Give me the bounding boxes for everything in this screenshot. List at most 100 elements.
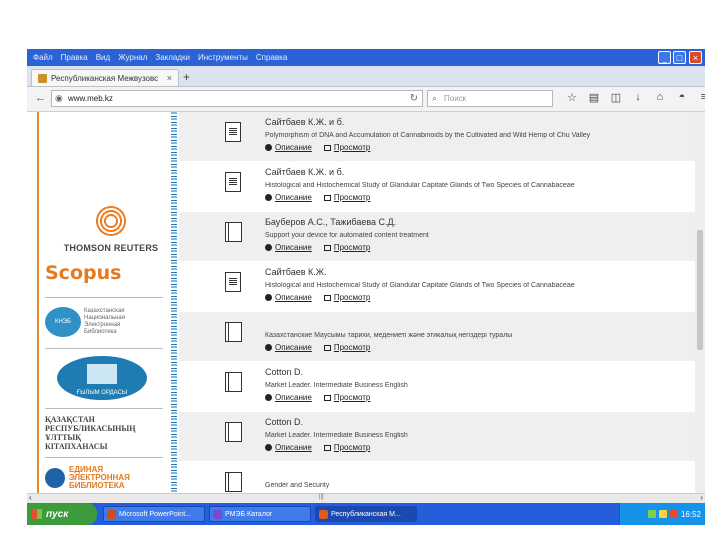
thomson-reuters-logo[interactable]: THOMSON REUTERS bbox=[61, 204, 161, 253]
view-icon bbox=[323, 444, 331, 451]
kneb-text: Казахстанская Национальная Электронная Б… bbox=[84, 308, 125, 336]
describe-link[interactable]: Описание bbox=[265, 343, 312, 352]
view-link[interactable]: Просмотр bbox=[323, 243, 371, 252]
scopus-logo[interactable]: Scopus bbox=[45, 262, 163, 284]
maximize-button[interactable]: □ bbox=[673, 51, 686, 64]
view-link[interactable]: Просмотр bbox=[323, 393, 370, 402]
vertical-scrollbar[interactable] bbox=[695, 112, 705, 493]
scroll-right-icon[interactable]: › bbox=[700, 493, 703, 502]
describe-link-label: Описание bbox=[275, 343, 312, 352]
view-icon bbox=[323, 244, 331, 251]
describe-link[interactable]: Описание bbox=[265, 293, 312, 302]
national-library-logo[interactable]: ҚАЗАҚСТАН РЕСПУБЛИКАСЫНЫҢ ҰЛТТЫҚ КІТАПХА… bbox=[45, 415, 163, 451]
describe-link-label: Описание bbox=[275, 243, 312, 252]
sidebar-divider bbox=[45, 297, 163, 298]
record-author: Сайтбаев К.Ж. и б. bbox=[265, 167, 345, 177]
volume-icon[interactable] bbox=[658, 510, 667, 518]
describe-link-label: Описание bbox=[275, 193, 312, 202]
record-title: Gender and Security bbox=[265, 482, 330, 489]
describe-link[interactable]: Описание bbox=[265, 443, 312, 452]
system-tray: 16:52 bbox=[619, 503, 705, 525]
describe-link[interactable]: Описание bbox=[265, 193, 312, 202]
network-icon[interactable] bbox=[647, 510, 656, 518]
sidebar-divider bbox=[45, 457, 163, 458]
back-button[interactable]: ← bbox=[35, 92, 46, 104]
info-icon bbox=[265, 244, 272, 251]
scroll-left-icon[interactable]: ‹ bbox=[29, 493, 32, 502]
gylym-ordasy-logo[interactable]: ҒЫЛЫМ ОРДАСЫ bbox=[45, 356, 163, 400]
bookmarks-icon[interactable]: ▤ bbox=[583, 91, 605, 104]
kneb-logo[interactable]: КНЭБ Казахстанская Национальная Электрон… bbox=[45, 307, 163, 337]
start-button[interactable]: пуск bbox=[27, 503, 97, 525]
menu-edit[interactable]: Правка bbox=[61, 53, 88, 62]
info-icon bbox=[265, 394, 272, 401]
minimize-button[interactable]: _ bbox=[658, 51, 671, 64]
view-link-label: Просмотр bbox=[333, 243, 371, 252]
view-link-label: Просмотр bbox=[333, 443, 371, 452]
view-link[interactable]: Просмотр bbox=[323, 193, 370, 202]
menu-help[interactable]: Справка bbox=[256, 53, 287, 62]
kneb-line: Электронная bbox=[84, 322, 121, 328]
view-link[interactable]: Просмотр bbox=[323, 443, 371, 452]
view-icon bbox=[323, 294, 331, 301]
kneb-line: Библиотека bbox=[84, 329, 117, 335]
menu-file[interactable]: Файл bbox=[33, 53, 53, 62]
book-icon bbox=[225, 372, 242, 392]
download-icon[interactable]: ↓ bbox=[627, 91, 649, 104]
taskbar-item-powerpoint[interactable]: Microsoft PowerPoint... bbox=[103, 506, 205, 522]
taskbar-item-label: Республиканская М... bbox=[331, 510, 401, 518]
article-icon bbox=[225, 272, 241, 292]
reload-button[interactable]: ↻ bbox=[410, 93, 418, 104]
thomson-reuters-emblem-icon bbox=[94, 204, 128, 238]
info-icon bbox=[265, 194, 272, 201]
scrollbar-thumb[interactable] bbox=[697, 230, 703, 350]
record-title: Support your device for automated conten… bbox=[265, 232, 429, 239]
new-tab-button[interactable]: + bbox=[183, 70, 190, 84]
chat-icon[interactable]: ◓ bbox=[671, 91, 693, 104]
describe-link[interactable]: Описание bbox=[265, 143, 312, 152]
navigation-bar: ← ◉ www.meb.kz ↻ ⌕ Поиск ☆ ▤ ◫ ↓ ⌂ ◓ ≡ bbox=[27, 87, 705, 112]
view-link[interactable]: Просмотр bbox=[323, 293, 370, 302]
pocket-icon[interactable]: ◫ bbox=[605, 91, 627, 104]
record-title: Market Leader. Intermediate Business Eng… bbox=[265, 382, 408, 389]
view-link[interactable]: Просмотр bbox=[323, 143, 370, 152]
book-icon bbox=[225, 422, 242, 442]
tab-close-icon[interactable]: × bbox=[167, 73, 172, 83]
gylym-text: ҒЫЛЫМ ОРДАСЫ bbox=[76, 390, 128, 396]
menu-icon[interactable]: ≡ bbox=[693, 91, 705, 104]
describe-link[interactable]: Описание bbox=[265, 393, 312, 402]
menu-view[interactable]: Вид bbox=[96, 53, 110, 62]
record-author: Cotton D. bbox=[265, 367, 304, 377]
scroll-grip-icon[interactable]: ||| bbox=[319, 494, 324, 500]
menu-tools[interactable]: Инструменты bbox=[198, 53, 248, 62]
menu-bookmarks[interactable]: Закладки bbox=[155, 53, 190, 62]
record-links: Описание Просмотр bbox=[265, 393, 382, 402]
record-links: Описание Просмотр bbox=[265, 143, 382, 152]
star-icon[interactable]: ☆ bbox=[561, 91, 583, 104]
ornament-border bbox=[171, 112, 177, 493]
view-link[interactable]: Просмотр bbox=[323, 343, 370, 352]
home-icon[interactable]: ⌂ bbox=[649, 91, 671, 104]
tab-title: Республиканская Межвузовс bbox=[51, 73, 159, 83]
book-icon bbox=[225, 322, 242, 342]
list-item: Сайтбаев К.Ж. Histological and Histochemi… bbox=[179, 262, 695, 311]
menu-history[interactable]: Журнал bbox=[118, 53, 147, 62]
tab-bar: Республиканская Межвузовс × + bbox=[27, 66, 705, 87]
close-window-button[interactable]: × bbox=[689, 51, 702, 64]
url-bar[interactable]: ◉ www.meb.kz ↻ bbox=[51, 90, 423, 107]
toolbar-icons: ☆ ▤ ◫ ↓ ⌂ ◓ ≡ bbox=[561, 91, 705, 104]
book-icon bbox=[225, 472, 242, 492]
search-input[interactable]: ⌕ Поиск bbox=[427, 90, 553, 107]
record-author: Сайтбаев К.Ж. bbox=[265, 267, 327, 277]
taskbar-item-catalog[interactable]: РМЭБ Каталог bbox=[209, 506, 311, 522]
describe-link[interactable]: Описание bbox=[265, 243, 312, 252]
taskbar-item-browser[interactable]: Республиканская М... bbox=[315, 506, 417, 522]
view-icon bbox=[323, 194, 331, 201]
describe-link-label: Описание bbox=[275, 393, 312, 402]
record-author: Сайтбаев К.Ж. и б. bbox=[265, 117, 345, 127]
windows-logo-icon bbox=[32, 509, 42, 519]
security-icon[interactable] bbox=[669, 510, 678, 518]
taskbar: пуск Microsoft PowerPoint... РМЭБ Катало… bbox=[27, 503, 705, 525]
unified-library-logo[interactable]: ЕДИНАЯ ЭЛЕКТРОННАЯ БИБЛИОТЕКА bbox=[45, 466, 163, 490]
tab-active[interactable]: Республиканская Межвузовс × bbox=[31, 69, 179, 86]
